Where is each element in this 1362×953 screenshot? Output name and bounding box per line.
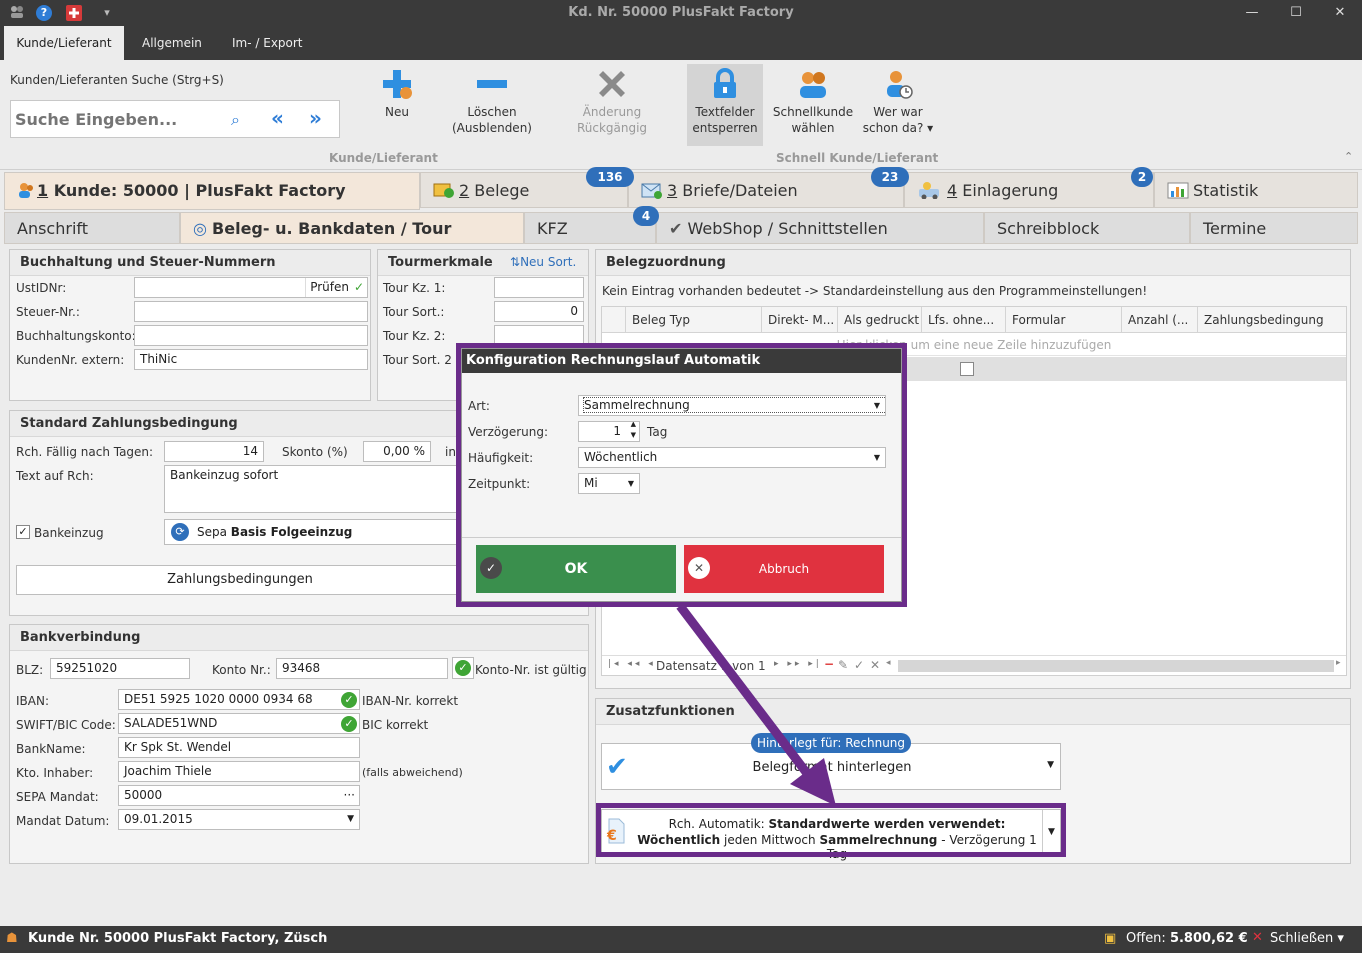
schliessen-button[interactable]: Schließen ▾ — [1270, 931, 1344, 946]
status-customer-text: Kunde Nr. 50000 PlusFakt Factory, Züsch — [28, 931, 328, 946]
money-icon: ▣ — [1104, 931, 1117, 946]
status-bar: ☗ Kunde Nr. 50000 PlusFakt Factory, Züsc… — [0, 926, 1362, 953]
offen-text: Offen: 5.800,62 € — [1126, 931, 1248, 946]
status-customer-icon: ☗ — [6, 931, 18, 946]
schliessen-icon: ✕ — [1252, 930, 1263, 945]
dialog-highlight-frame — [456, 343, 907, 607]
automatik-highlight-frame — [596, 803, 1066, 857]
